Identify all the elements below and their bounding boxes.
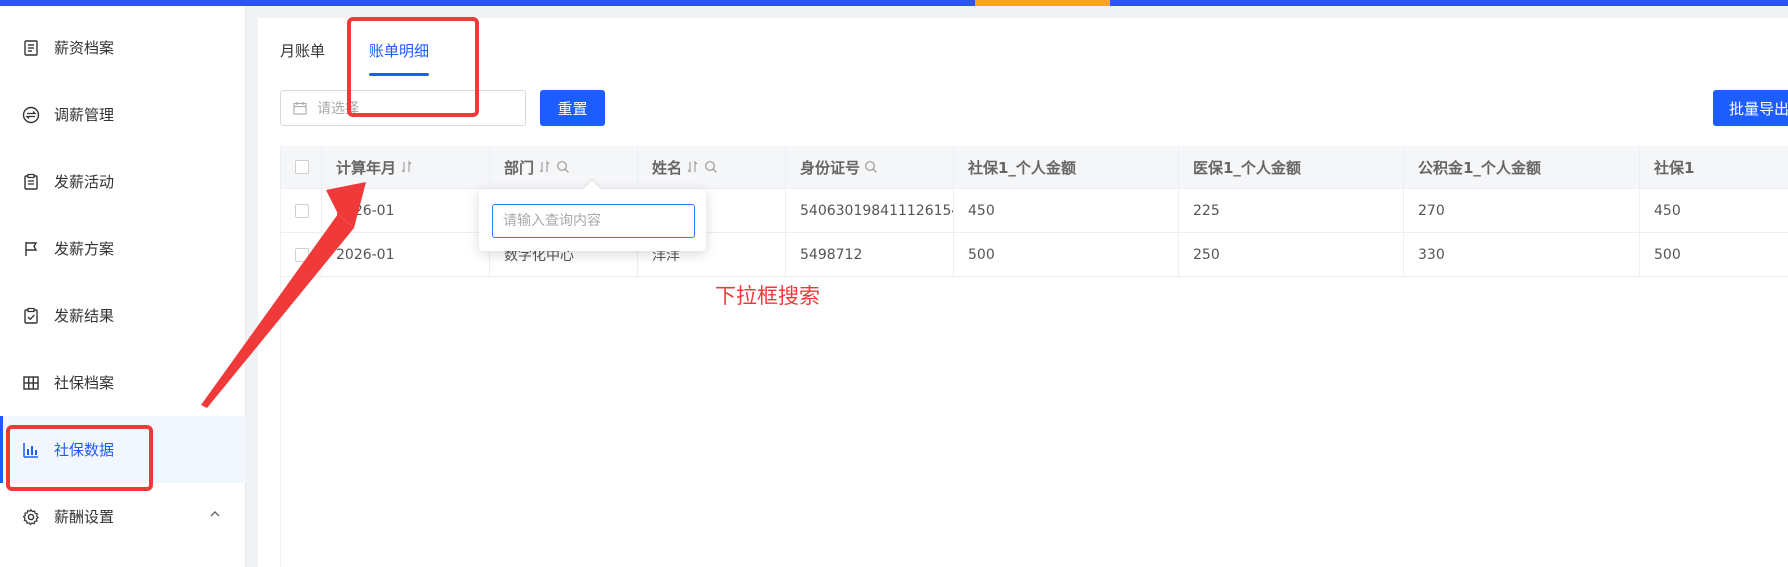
header-department: 部门 (490, 146, 638, 188)
clipboard-icon (22, 173, 40, 191)
tab-monthly-bill[interactable]: 月账单 (280, 40, 325, 76)
header-social1-personal: 社保1_个人金额 (954, 146, 1179, 188)
chevron-up-icon[interactable] (208, 507, 222, 521)
clipboard-check-icon (22, 307, 40, 325)
table-header: 计算年月 部门 姓名 身份证号 社保1_个人金额 医保1_个人金额 公积金1_个… (281, 146, 1788, 189)
header-label: 社保1 (1654, 158, 1695, 177)
table-cell: 2026-01 (322, 189, 490, 232)
header-fund1-personal: 公积金1_个人金额 (1404, 146, 1640, 188)
annotation-label: 下拉框搜索 (715, 284, 820, 308)
table-cell: 225 (1179, 189, 1404, 232)
table-cell: 500 (954, 233, 1179, 276)
sidebar-item-salary-adjust[interactable]: 调薪管理 (0, 81, 246, 148)
calendar-icon (293, 102, 307, 115)
sort-icon[interactable] (686, 160, 700, 174)
header-label: 身份证号 (800, 158, 861, 177)
header-label: 公积金1_个人金额 (1418, 158, 1541, 177)
search-icon[interactable] (556, 160, 570, 174)
header-label: 部门 (504, 158, 535, 177)
batch-export-button[interactable]: 批量导出 (1713, 90, 1788, 126)
table-cell: 330 (1404, 233, 1640, 276)
annotation-box-sidebar (6, 425, 153, 491)
header-medical1-personal: 医保1_个人金额 (1179, 146, 1404, 188)
sidebar-item-compensation-settings[interactable]: 薪酬设置 (0, 483, 246, 550)
header-label: 医保1_个人金额 (1193, 158, 1301, 177)
sort-icon[interactable] (400, 160, 414, 174)
table-cell: 250 (1179, 233, 1404, 276)
exchange-circle-icon (22, 106, 40, 124)
sidebar-item-label: 调薪管理 (54, 106, 115, 124)
grid-table-icon (22, 374, 40, 392)
table-cell: 500 (1654, 246, 1681, 263)
select-all-checkbox[interactable] (295, 160, 309, 174)
reset-button[interactable]: 重置 (540, 90, 605, 126)
row-select-cell (281, 233, 322, 276)
top-bar (0, 0, 1788, 6)
table-cell: 2026-01 (322, 233, 490, 276)
sidebar-item-label: 发薪方案 (54, 240, 115, 258)
sidebar-item-label: 发薪结果 (54, 307, 115, 325)
sidebar-item-payroll-result[interactable]: 发薪结果 (0, 282, 246, 349)
flag-icon (22, 240, 40, 258)
table-cell: 540630198411126154 (786, 189, 954, 232)
row-checkbox[interactable] (295, 203, 309, 218)
top-tab-indicator (975, 0, 1110, 6)
row-checkbox[interactable] (295, 247, 309, 262)
header-label: 社保1_个人金额 (968, 158, 1076, 177)
sidebar-item-label: 薪酬设置 (54, 508, 115, 526)
header-label: 计算年月 (336, 158, 397, 177)
column-search-popover (479, 189, 706, 251)
search-icon[interactable] (864, 160, 878, 174)
search-icon[interactable] (704, 160, 718, 174)
annotation-box-tab (347, 17, 479, 117)
sidebar-item-label: 发薪活动 (54, 173, 115, 191)
document-list-icon (22, 39, 40, 57)
sort-icon[interactable] (538, 160, 552, 174)
gear-icon (22, 508, 40, 526)
header-id-number: 身份证号 (786, 146, 954, 188)
table-cell: 270 (1404, 189, 1640, 232)
table-cell: 450 (954, 189, 1179, 232)
sidebar-item-payroll-activity[interactable]: 发薪活动 (0, 148, 246, 215)
header-name: 姓名 (638, 146, 786, 188)
table-cell: 5498712 (786, 233, 954, 276)
sidebar-item-salary-archive[interactable]: 薪资档案 (0, 14, 246, 81)
header-social1: 社保1 (1640, 146, 1788, 188)
sidebar-item-label: 薪资档案 (54, 39, 115, 57)
sidebar-item-payroll-plan[interactable]: 发薪方案 (0, 215, 246, 282)
header-select-all (281, 146, 322, 188)
sidebar-item-label: 社保档案 (54, 374, 115, 392)
row-select-cell (281, 189, 322, 232)
column-search-input[interactable] (492, 204, 695, 238)
header-label: 姓名 (652, 158, 683, 177)
header-calc-month: 计算年月 (322, 146, 490, 188)
table-cell: 450 (1654, 202, 1681, 219)
sidebar-item-social-archive[interactable]: 社保档案 (0, 349, 246, 416)
main-panel: 月账单 账单明细 请选择 重置 批量导出 计算年月 部门 姓名 身份证号 社保1… (258, 18, 1788, 567)
